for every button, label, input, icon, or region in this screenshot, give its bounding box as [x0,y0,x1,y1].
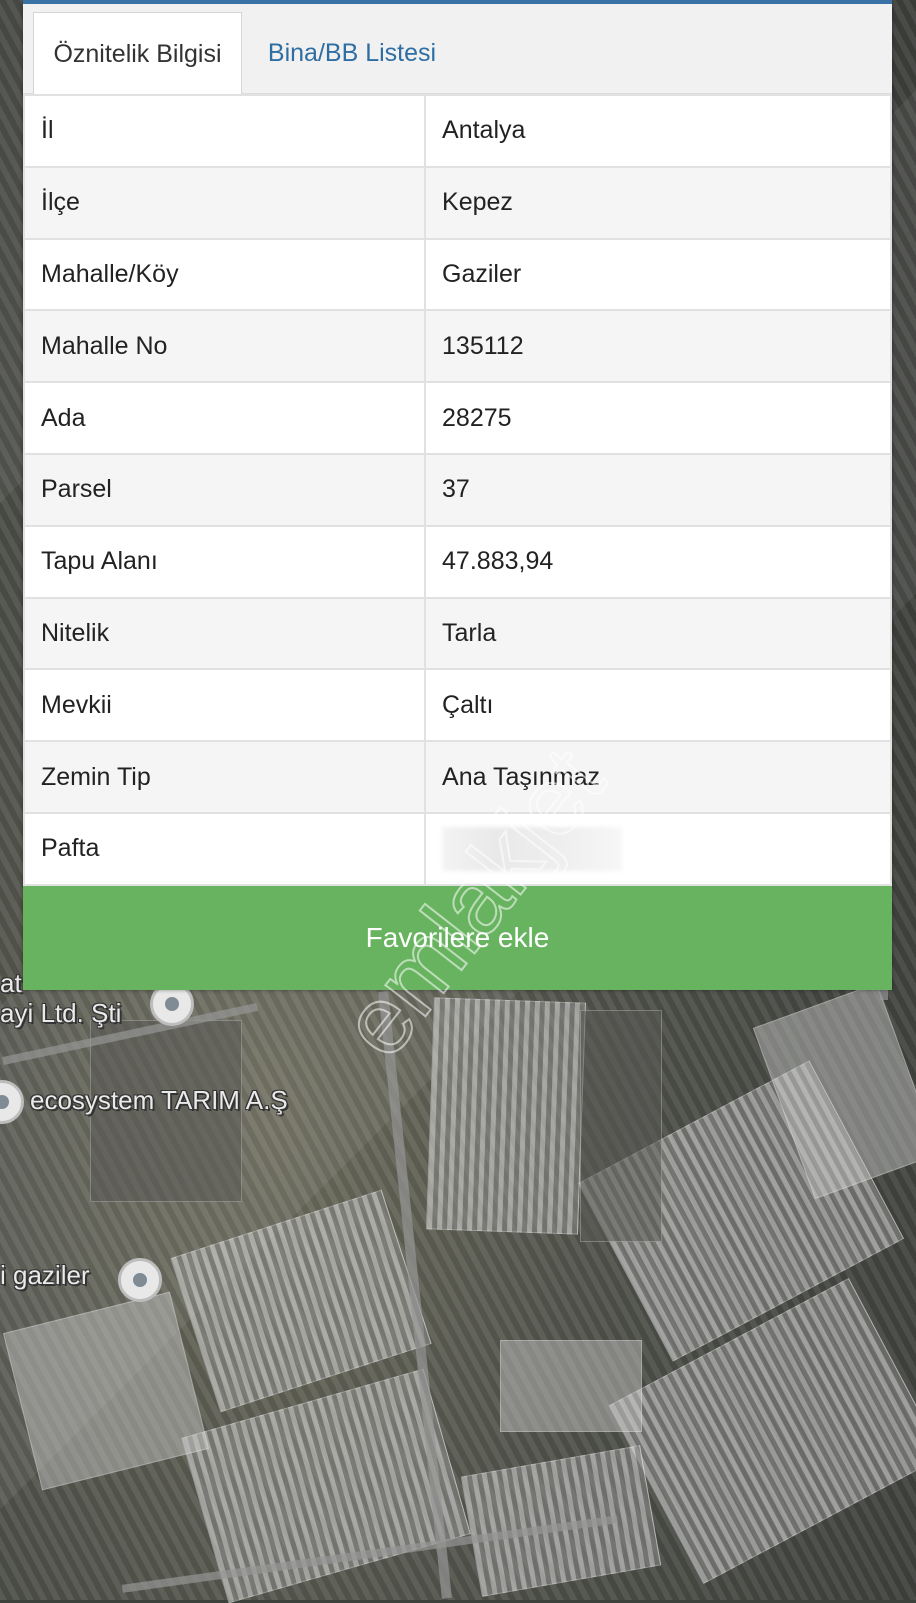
add-to-favorites-button[interactable]: Favorilere ekle [23,886,892,990]
tab-building-list[interactable]: Bina/BB Listesi [248,12,456,95]
attribute-key: Mahalle/Köy [22,237,427,312]
attribute-key: Pafta [22,811,427,886]
attribute-key: Mevkii [22,668,427,743]
table-row: Parsel 37 [22,452,892,527]
table-row: Ada 28275 [22,381,892,455]
map-greenhouse [2,1291,210,1491]
redacted-blur [442,826,623,871]
map-greenhouse [500,1340,642,1432]
table-row: Mahalle No 135112 [22,309,892,384]
attribute-value: Çaltı [424,668,892,743]
map-label: ayi Ltd. Şti [0,998,122,1028]
attribute-value: Antalya [424,94,892,168]
attribute-key: Nitelik [22,596,427,671]
attribute-value: Gaziler [424,237,892,312]
attribute-value-redacted [424,811,892,886]
tab-bar: Öznitelik Bilgisi Bina/BB Listesi [23,4,892,95]
map-greenhouse [425,997,587,1235]
map-pin-icon[interactable] [118,1258,162,1302]
attribute-key: İlçe [22,165,427,240]
map-pin-icon[interactable] [0,1080,24,1124]
attribute-value: 135112 [424,309,892,384]
attribute-key: Parsel [22,452,427,527]
attribute-value: 28275 [424,381,892,455]
attribute-key: Mahalle No [22,309,427,384]
attribute-key: Tapu Alanı [22,524,427,599]
attribute-value: 37 [424,452,892,527]
map-field [580,1010,662,1242]
attribute-value: Ana Taşınmaz [424,740,892,814]
map-label: i gaziler [0,1260,90,1290]
table-row: Zemin Tip Ana Taşınmaz [22,740,892,814]
attribute-value: 47.883,94 [424,524,892,599]
attribute-value: Kepez [424,165,892,240]
table-row: Mevkii Çaltı [22,668,892,743]
map-greenhouse [460,1445,662,1597]
attribute-table: İl Antalya İlçe Kepez Mahalle/Köy Gazile… [22,94,892,886]
attribute-value: Tarla [424,596,892,671]
table-row: Pafta [22,811,892,886]
table-row: İl Antalya [22,94,892,168]
map-label: at [0,968,22,998]
parcel-info-panel: Öznitelik Bilgisi Bina/BB Listesi İl Ant… [22,0,892,990]
attribute-key: İl [22,94,427,168]
tab-attribute-info[interactable]: Öznitelik Bilgisi [33,12,242,95]
table-row: Tapu Alanı 47.883,94 [22,524,892,599]
table-row: Nitelik Tarla [22,596,892,671]
table-row: İlçe Kepez [22,165,892,240]
attribute-key: Ada [22,381,427,455]
map-label: ecosystem TARIM A.Ş [30,1085,288,1115]
attribute-key: Zemin Tip [22,740,427,814]
table-row: Mahalle/Köy Gaziler [22,237,892,312]
